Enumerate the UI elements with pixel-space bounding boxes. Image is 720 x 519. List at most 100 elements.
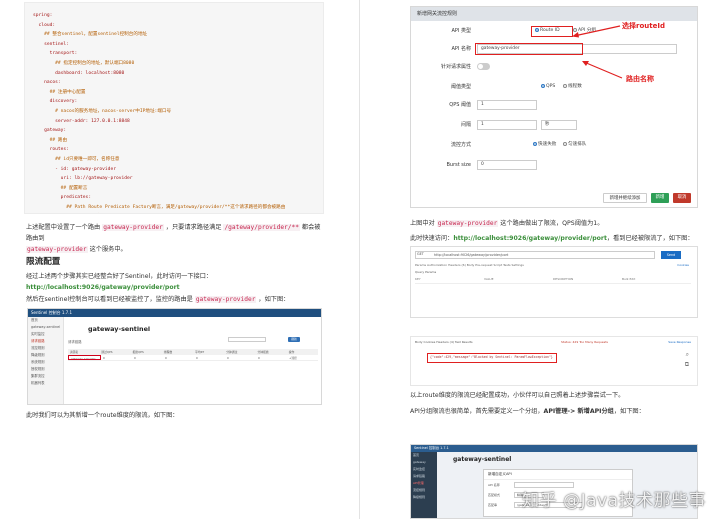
arrow-head-route-id (572, 32, 579, 38)
code-line: 到http://localhost:9024这个uri中 (33, 212, 317, 213)
sidebar-item[interactable]: 首页 (411, 452, 437, 459)
sidebar-item[interactable]: 系统规则 (28, 359, 63, 366)
code-line: dashboard: localhost:8080 (33, 70, 125, 76)
code-line: ## id只要唯一即可，名称任意 (33, 156, 120, 162)
sentinel-app-title-2: gateway-sentinel (453, 456, 512, 463)
annotation-arrows (572, 25, 623, 79)
paragraph-qps-limit: 上图中对 gateway-provider 这个路由做出了限流，QPS阈值为1。 (410, 220, 604, 227)
sidebar-item[interactable]: 降级规则 (28, 352, 63, 359)
paragraph-add-route-limit: 此时我们可以为其新增一个route维度的限流，如下图： (26, 412, 179, 419)
table-cell: 0 (165, 356, 167, 360)
arrow-to-api-name (583, 61, 623, 79)
code-line: ## 路由 (33, 137, 68, 143)
table-row[interactable]: gateway-provider 0 0 0 0 0 0 +流控 (68, 355, 318, 361)
page-divider (359, 0, 360, 519)
code-line: sentinel: (33, 41, 69, 47)
code-line: cloud: (33, 22, 56, 28)
code-line: routes: (33, 147, 69, 153)
sidebar-item[interactable]: gateway-sentinel (28, 324, 63, 331)
sentinel-topbar: Sentinel 控制台 1.7.1 (28, 309, 321, 317)
table-cell: 0 (103, 356, 105, 360)
code-line: ## 指定控制台的地址，默认端口8080 (33, 60, 135, 66)
code-line: - id: gateway-provider (33, 166, 116, 172)
sidebar-item[interactable]: API管理 (411, 480, 437, 487)
code-line: spring: (33, 13, 53, 18)
code-line: ## Path Route Predicate Factory断言，满足/gat… (33, 204, 286, 210)
save-response-button[interactable]: Save Response (668, 340, 691, 344)
sidebar-item[interactable]: 实时监控 (28, 331, 63, 338)
code-line: predicates: (33, 195, 92, 201)
send-button[interactable]: Send (661, 251, 681, 259)
sentinel-dashboard-screenshot: Sentinel 控制台 1.7.1 首页 gateway-sentinel 实时监… (27, 308, 322, 405)
url-input[interactable]: http://localhost:9026/gateway/provider/p… (415, 251, 655, 259)
sidebar-item[interactable]: 机器列表 (28, 380, 63, 387)
http-client-screenshot: GET http://localhost:9026/gateway/provid… (410, 246, 698, 318)
code-line: discovery: (33, 99, 78, 105)
response-status: Status: 429 Too Many Requests (561, 340, 608, 344)
column-header: KEY (415, 277, 421, 281)
watermark: 知乎 @Java技术那些事 (522, 491, 706, 511)
response-body: {"code":429,"message":"Blocked by Sentin… (427, 353, 557, 363)
sentinel-subhead: 请求链路 (68, 340, 82, 344)
paragraph-route-success: 以上route维度的限流已经配置成功，小伙伴可以自己照着上述步骤尝试一下。 (410, 392, 625, 399)
sentinel-sidebar: 首页 gateway-sentinel 实时监控 请求链路 流控规则 降级规则 系统规则 授权… (28, 317, 64, 404)
code-line: ## 注册中心配置 (33, 89, 86, 95)
table-cell: gateway-provider (68, 355, 101, 360)
match-pattern-label: 匹配串 (488, 503, 498, 507)
sentinel-topbar-2: Sentinel 控制台 1.7.1 (411, 445, 697, 452)
sidebar-item[interactable]: 集群流控 (28, 373, 63, 380)
sentinel-app-title: gateway-sentinel (88, 325, 151, 333)
section-heading: 限流配置 (26, 257, 61, 267)
sidebar-item[interactable]: 实时监控 (411, 466, 437, 473)
provider-port-link[interactable]: http://localhost:9026/gateway/provider/p… (26, 284, 180, 291)
paragraph-fast-access: 此时快速访问：http://localhost:9026/gateway/pro… (410, 235, 694, 242)
request-tabs[interactable]: Params Authorization Headers (6) Body Pr… (415, 263, 524, 267)
column-header: VALUE (484, 277, 494, 281)
left-page: spring: cloud: ## 整合sentinel，配置sentinel控… (0, 0, 356, 519)
code-line: transport: (33, 51, 78, 57)
paragraph-access-api: 经过上述两个步骤其实已经整合好了Sentinel，此时访问一下接口：http:/… (26, 273, 213, 291)
annotation-select-route-id: 选择routeId (622, 22, 665, 30)
sentinel-resource-table: 资源名 通过QPS 拒绝QPS 线程数 平均RT 分钟通过 分钟拒绝 操作 gateway-p… (68, 349, 318, 361)
sentinel-search-input[interactable] (228, 337, 266, 342)
arrow-to-route-id (573, 25, 621, 37)
sidebar-item[interactable]: 流控规则 (411, 487, 437, 494)
column-header: DESCRIPTION (553, 277, 574, 281)
annotation-route-name: 路由名称 (626, 75, 654, 83)
code-line: ## 整合sentinel，配置sentinel控制台的地址 (33, 32, 148, 38)
code-line: uri: lb://gateway-provider (33, 176, 133, 182)
sidebar-item[interactable]: 首页 (28, 317, 63, 324)
paragraph-monitor: 然后在sentinel控制台可以看到已经被监控了，监控的路由是 gateway-… (26, 296, 290, 303)
cookies-link[interactable]: Cookies (677, 263, 689, 267)
query-params-label: Query Params (415, 270, 437, 274)
sidebar-item[interactable]: 请求链路 (411, 473, 437, 480)
provider-port-link-2[interactable]: http://localhost:9026/gateway/provider/p… (453, 235, 607, 242)
sidebar-item[interactable]: 流控规则 (28, 345, 63, 352)
code-line: # nacos的服务地址，nacos-server中IP地址:端口号 (33, 108, 172, 114)
sidebar-item[interactable]: 降级规则 (411, 494, 437, 501)
table-cell: +流控 (289, 356, 297, 360)
sidebar-item[interactable]: gateway (411, 459, 437, 466)
yaml-code-block: spring: cloud: ## 整合sentinel，配置sentinel控… (24, 2, 324, 214)
code-line: nacos: (33, 80, 61, 86)
api-group-name-label: API 名称 (488, 483, 500, 487)
sentinel-sidebar-2: 首页 gateway 实时监控 请求链路 API管理 流控规则 降级规则 (411, 452, 437, 518)
right-page: 新增网关流控规则 API 类型 Route ID API 分组 API 名称 g… (364, 0, 720, 519)
table-cell: 0 (134, 356, 136, 360)
code-line: ## 配置断言 (33, 185, 88, 191)
code-line: gateway: (33, 128, 67, 134)
search-icon[interactable]: ⌕ (686, 351, 689, 359)
sentinel-refresh-button[interactable]: 刷新 (288, 337, 300, 342)
query-params-header: KEY VALUE DESCRIPTION Bulk Edit (415, 277, 691, 284)
paragraph-route-config: 上述配置中设置了一个路由 gateway-provider ，只要请求路径满足 … (26, 224, 321, 253)
sidebar-item[interactable]: 请求链路 (28, 338, 63, 345)
copy-icon[interactable]: ⧉ (685, 361, 689, 369)
column-header: Bulk Edit (622, 277, 636, 281)
table-cell: 0 (227, 356, 229, 360)
code-line: server-addr: 127.0.0.1:8848 (33, 118, 130, 124)
match-mode-label: 匹配模式 (488, 493, 501, 497)
add-api-modal-title: 新增自定义API (484, 470, 632, 480)
sidebar-item[interactable]: 授权规则 (28, 366, 63, 373)
table-cell: 0 (258, 356, 260, 360)
response-tabs[interactable]: Body Cookies Headers (4) Test Results (415, 340, 473, 344)
